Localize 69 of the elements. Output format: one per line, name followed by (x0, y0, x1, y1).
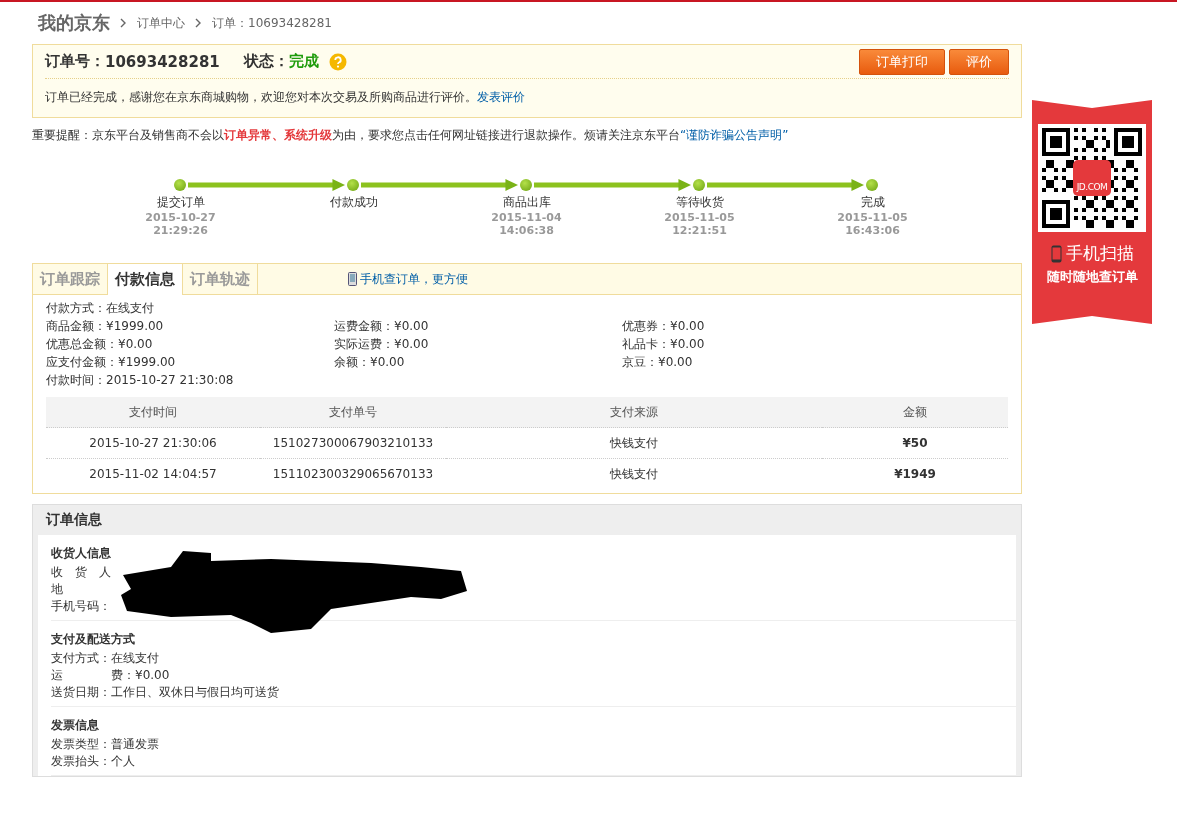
section-title: 发票信息 (51, 717, 99, 734)
info-line: 送货日期：工作日、双休日与假日均可送货 (51, 685, 279, 699)
payment-field: 运费金额：¥0.00 (334, 317, 622, 335)
banner-title: 手机扫描 (1065, 242, 1134, 265)
notice-text: 重要提醒：京东平台及销售商不会以订单异常、系统升级为由，要求您点击任何网址链接进行退款操作。烦请关注京东平台“谨防诈骗公告声明” (32, 128, 789, 142)
table-cell: ¥50 (822, 427, 1008, 459)
qr-logo: JD.COM (1073, 160, 1111, 196)
table-cell: 2015-11-02 14:04:57 (46, 458, 260, 489)
chevron-icon (120, 18, 127, 28)
order-message: 订单已经完成，感谢您在京东商城购物，欢迎您对本次交易及所购商品进行评价。发表评价 (45, 90, 525, 104)
payment-field: 实际运费：¥0.00 (334, 335, 622, 353)
column-header: 金额 (822, 397, 1008, 428)
info-line: 手机号码： (51, 599, 111, 613)
order-number-label: 订单号： (45, 52, 105, 71)
chevron-icon (195, 18, 202, 28)
breadcrumb-item[interactable]: 订单中心 (137, 14, 185, 32)
phone-icon (1050, 244, 1062, 263)
payment-field: 付款时间：2015-10-27 21:30:08 (46, 371, 1008, 389)
column-header: 支付时间 (46, 397, 260, 428)
step-date: 2015-11-05 (664, 211, 735, 224)
step-time: 21:29:26 (153, 224, 208, 237)
step-time: 16:43:06 (845, 224, 900, 237)
table-cell: 151027300067903210133 (260, 427, 446, 459)
step-label: 付款成功 (329, 194, 378, 211)
info-line: 地 (51, 582, 63, 596)
qr-code[interactable] (1042, 128, 1142, 228)
payment-field: 优惠券：¥0.00 (622, 317, 910, 335)
step-label: 提交订单 (156, 194, 205, 211)
notice-link[interactable]: “谨防诈骗公告声明” (680, 128, 789, 142)
info-line: 收 货 人 (51, 565, 111, 579)
page-title: 我的京东 (38, 11, 110, 35)
step-label: 等待收货 (675, 194, 724, 211)
phone-icon (348, 272, 357, 286)
step-time: 14:06:38 (499, 224, 554, 237)
payment-field: 优惠总金额：¥0.00 (46, 335, 334, 353)
info-line: 支付方式：在线支付 (51, 651, 159, 665)
mobile-link[interactable]: 手机查订单，更方便 (360, 270, 468, 288)
table-cell: 2015-10-27 21:30:06 (46, 427, 260, 459)
payment-field: 付款方式：在线支付 (46, 299, 1008, 317)
payment-field: 应支付金额：¥1999.00 (46, 353, 334, 371)
payment-field: 余额：¥0.00 (334, 353, 622, 371)
step-date: 2015-10-27 (145, 211, 216, 224)
table-cell: 快钱支付 (446, 427, 822, 459)
status-label: 状态： (243, 52, 289, 71)
table-cell: 151102300329065670133 (260, 458, 446, 489)
info-line: 运 费：¥0.00 (51, 668, 170, 682)
banner-subtitle: 随时随地查订单 (1046, 268, 1138, 286)
payment-field: 京豆：¥0.00 (622, 353, 910, 371)
payment-field: 礼品卡：¥0.00 (622, 335, 910, 353)
order-number: 10693428281 (105, 52, 220, 71)
step-date: 2015-11-04 (491, 211, 562, 224)
order-status: 完成 (288, 52, 319, 71)
step-label: 商品出库 (502, 194, 551, 211)
column-header: 支付来源 (446, 397, 822, 428)
info-line: 发票抬头：个人 (51, 754, 135, 768)
section-title: 收货人信息 (51, 545, 111, 562)
section-title: 支付及配送方式 (51, 631, 135, 648)
step-date: 2015-11-05 (837, 211, 908, 224)
table-cell: ¥1949 (822, 458, 1008, 489)
breadcrumb-item[interactable]: 订单：10693428281 (212, 14, 332, 32)
step-label: 完成 (860, 194, 885, 211)
column-header: 支付单号 (260, 397, 446, 428)
tab[interactable]: 付款信息 (108, 264, 183, 295)
info-line: 发票类型：普通发票 (51, 737, 159, 751)
step-time: 12:21:51 (672, 224, 727, 237)
table-cell: 快钱支付 (446, 458, 822, 489)
panel-title: 订单信息 (46, 511, 102, 529)
review-link[interactable]: 发表评价 (477, 90, 525, 104)
payment-field: 商品金额：¥1999.00 (46, 317, 334, 335)
